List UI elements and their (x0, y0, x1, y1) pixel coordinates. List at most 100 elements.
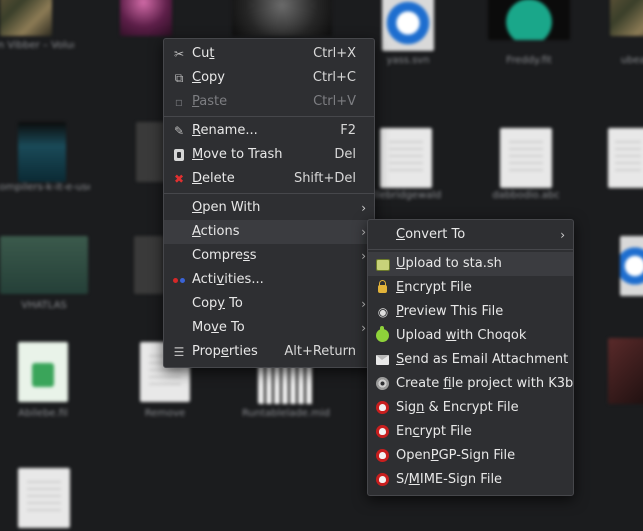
file-thumbnail (608, 128, 643, 188)
file-label: Brion Vibber – Volumic (0, 40, 74, 51)
menu-item-label: Paste (192, 94, 228, 109)
menu-item-label: Properties (192, 344, 258, 359)
menu-item-label: Send as Email Attachment (396, 352, 569, 367)
menu-item-label: Delete (192, 171, 235, 186)
gpg-icon (376, 473, 389, 486)
chevron-right-icon: › (361, 201, 366, 215)
chevron-right-icon: › (361, 249, 366, 263)
menu-item-convert-to[interactable]: Convert To › (368, 223, 573, 247)
menu-item-delete[interactable]: ✖ Delete Shift+Del (164, 167, 374, 191)
menu-item-label: Copy To (192, 296, 243, 311)
delete-icon: ✖ (173, 172, 185, 186)
file-thumbnail (120, 0, 172, 36)
actions-submenu: Convert To › Upload to sta.sh Encrypt File ◉… (367, 219, 574, 496)
menu-item-label: Encrypt File (396, 280, 472, 295)
file-thumbnail (18, 468, 70, 528)
file-thumbnail (258, 362, 314, 404)
gpg-icon (376, 401, 389, 414)
menu-item-send-as-email-attachment[interactable]: Send as Email Attachment (368, 348, 573, 372)
gpg-icon (376, 449, 389, 462)
file-thumbnail (0, 0, 52, 36)
file-label: Runtablelade.mid (242, 408, 330, 419)
menu-item-sign-encrypt-file[interactable]: Sign & Encrypt File (368, 396, 573, 420)
menu-separator (164, 193, 374, 194)
file-thumbnail (380, 128, 432, 188)
file-thumbnail (382, 0, 434, 51)
menu-separator (164, 116, 374, 117)
menu-item-shortcut: Alt+Return (284, 344, 356, 359)
menu-item-shortcut: Shift+Del (293, 171, 356, 186)
file-label: Remove (144, 408, 186, 419)
file-thumbnail (500, 128, 552, 188)
chevron-right-icon: › (560, 228, 565, 242)
menu-item-shortcut: F2 (340, 123, 356, 138)
menu-item-shortcut: Del (334, 147, 356, 162)
menu-item-label: Convert To (396, 227, 466, 242)
menu-item-rename[interactable]: ✎ Rename... F2 (164, 119, 374, 143)
menu-item-encrypt-file[interactable]: Encrypt File (368, 420, 573, 444)
menu-item-cut[interactable]: ✂ Cut Ctrl+X (164, 42, 374, 66)
file-thumbnail (18, 122, 66, 182)
menu-item-label: Activities... (192, 272, 264, 287)
menu-item-create-file-project-with-k3b[interactable]: Create file project with K3b (368, 372, 573, 396)
gpg-icon (376, 425, 389, 438)
menu-item-label: S/MIME-Sign File (396, 472, 503, 487)
menu-item-move-to-trash[interactable]: Move to Trash Del (164, 143, 374, 167)
file-label: compilers-k-it-e-user-manual.pdf (0, 182, 90, 193)
file-label: Freddy.fit (506, 55, 552, 66)
trash-icon (174, 149, 184, 161)
menu-item-label: Copy (192, 70, 225, 85)
menu-item-activities[interactable]: Activities... (164, 268, 374, 292)
file-thumbnail (136, 122, 166, 182)
menu-item-label: Compress (192, 248, 257, 263)
menu-item-shortcut: Ctrl+C (312, 70, 356, 85)
menu-item-open-with[interactable]: Open With › (164, 196, 374, 220)
disc-icon (376, 377, 389, 390)
copy-icon: ⧉ (174, 71, 184, 85)
file-label: VHATLAS (21, 300, 67, 311)
menu-item-upload-with-choqok[interactable]: Upload with Choqok (368, 324, 573, 348)
activities-icon (172, 273, 186, 287)
properties-icon: ☰ (173, 345, 185, 359)
menu-item-copy-to[interactable]: Copy To › (164, 292, 374, 316)
menu-item-label: Encrypt File (396, 424, 472, 439)
menu-item-preview-this-file[interactable]: ◉ Preview This File (368, 300, 573, 324)
file-thumbnail (232, 0, 332, 36)
file-thumbnail (488, 0, 570, 40)
menu-item-label: Actions (192, 224, 240, 239)
chevron-right-icon: › (361, 321, 366, 335)
cut-icon: ✂ (173, 47, 185, 61)
menu-item-move-to[interactable]: Move To › (164, 316, 374, 340)
lock-icon (378, 280, 387, 293)
menu-item-s-mime-sign-file[interactable]: S/MIME-Sign File (368, 468, 573, 492)
menu-item-copy[interactable]: ⧉ Copy Ctrl+C (164, 66, 374, 90)
menu-item-openpgp-sign-file[interactable]: OpenPGP-Sign File (368, 444, 573, 468)
context-menu: ✂ Cut Ctrl+X ⧉ Copy Ctrl+C ▫ Paste Ctrl+V ✎ Rename… (163, 38, 375, 368)
choqok-icon (376, 326, 389, 342)
menu-item-paste: ▫ Paste Ctrl+V (164, 90, 374, 114)
menu-item-upload-to-sta-sh[interactable]: Upload to sta.sh (368, 252, 573, 276)
menu-item-label: Rename... (192, 123, 258, 138)
menu-item-label: Open With (192, 200, 261, 215)
file-thumbnail (608, 338, 643, 404)
file-label: Abilebe.fil (18, 408, 68, 419)
menu-item-properties[interactable]: ☰ Properties Alt+Return (164, 340, 374, 364)
menu-item-label: Create file project with K3b (396, 376, 574, 391)
menu-item-encrypt-file[interactable]: Encrypt File (368, 276, 573, 300)
chevron-right-icon: › (361, 297, 366, 311)
menu-item-actions[interactable]: Actions › (164, 220, 374, 244)
menu-item-compress[interactable]: Compress › (164, 244, 374, 268)
rename-icon: ✎ (173, 124, 185, 138)
file-thumbnail (620, 236, 643, 296)
menu-separator (368, 249, 573, 250)
upload-icon (376, 259, 390, 271)
file-label: dabbodio.abc (492, 190, 560, 201)
file-thumbnail (18, 342, 68, 402)
menu-item-shortcut: Ctrl+X (313, 46, 356, 61)
menu-item-label: Move To (192, 320, 245, 335)
file-thumbnail (610, 0, 643, 36)
paste-icon: ▫ (174, 95, 184, 109)
menu-item-shortcut: Ctrl+V (313, 94, 356, 109)
file-label: ubeat... (620, 55, 643, 66)
menu-item-label: Preview This File (396, 304, 504, 319)
